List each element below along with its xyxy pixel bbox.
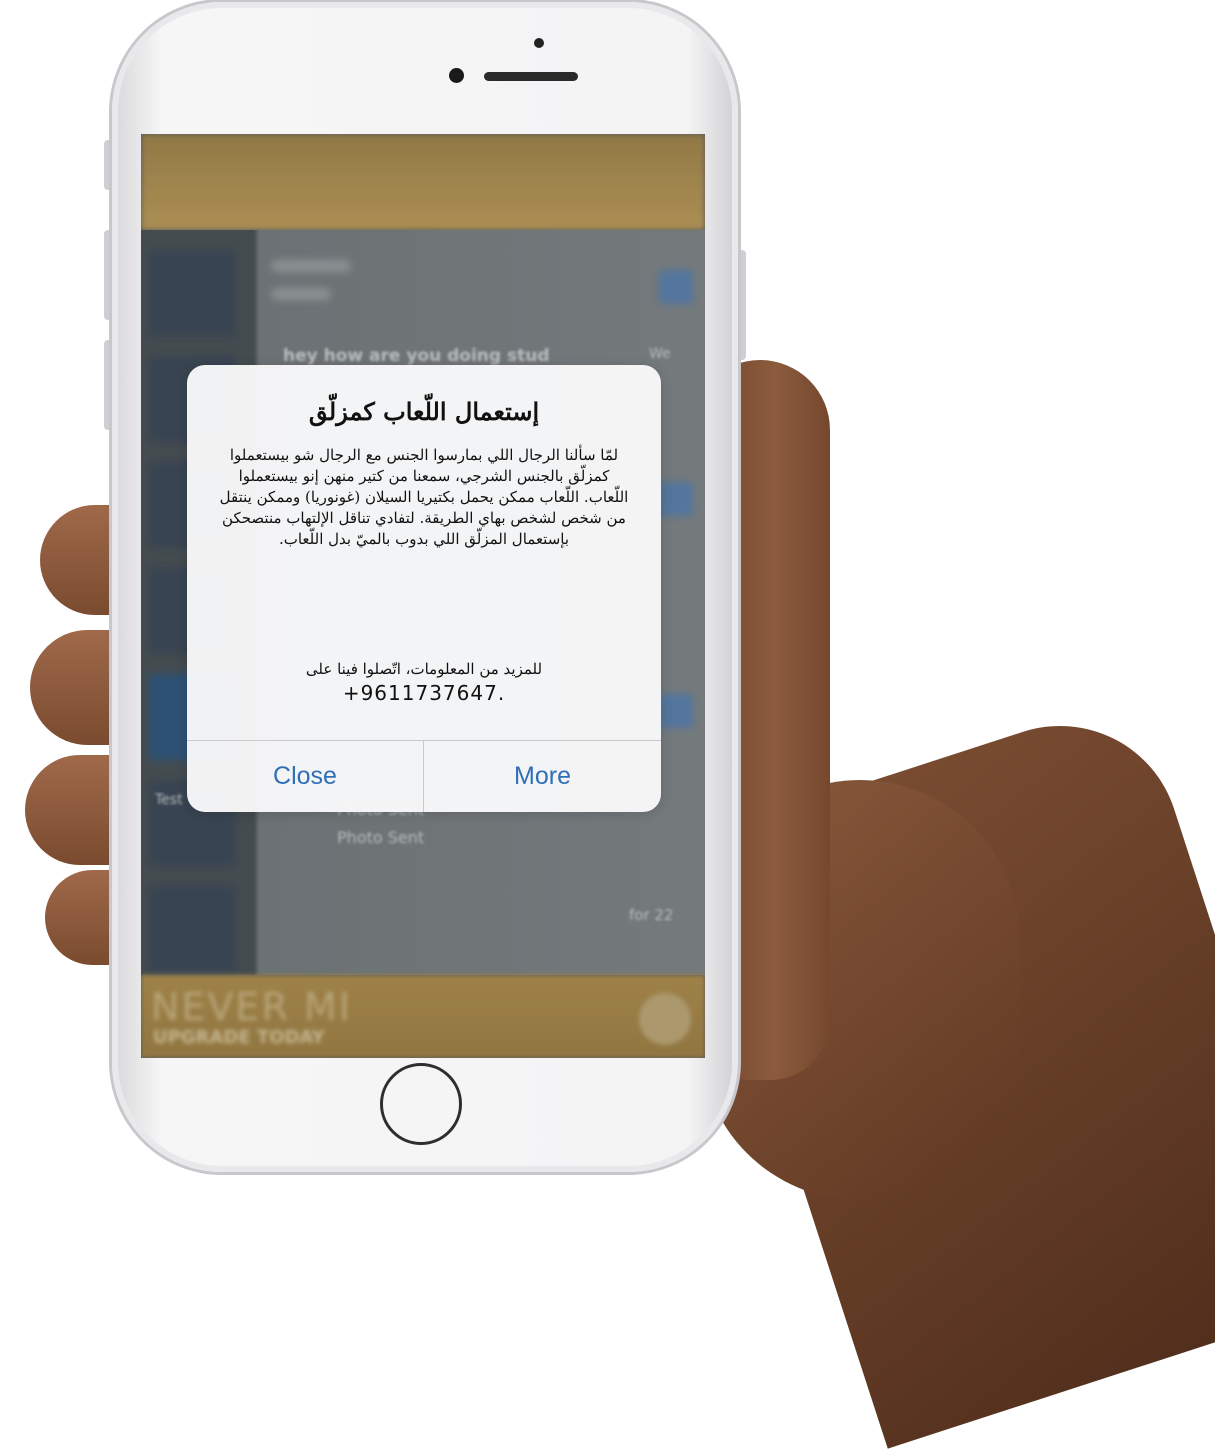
alert-phone-number: +9611737647.: [342, 681, 506, 705]
proximity-sensor-icon: [534, 38, 544, 48]
more-button[interactable]: More: [424, 741, 661, 812]
volume-up-button: [104, 230, 112, 320]
front-camera-icon: [449, 68, 464, 83]
close-button[interactable]: Close: [187, 741, 423, 812]
alert-contact-text: للمزيد من المعلومات، اتّصلوا فينا على: [305, 660, 543, 678]
volume-down-button: [104, 340, 112, 430]
mute-switch: [104, 140, 112, 190]
home-button[interactable]: [380, 1063, 462, 1145]
phone-screen: hey how are you doing stud We Test Photo…: [141, 134, 705, 1058]
alert-message: لمّا سألنا الرجال اللي بمارسوا الجنس مع …: [219, 446, 629, 548]
alert-contact: للمزيد من المعلومات، اتّصلوا فينا على +9…: [217, 657, 631, 705]
earpiece-speaker: [484, 72, 578, 81]
alert-dialog: إستعمال اللّعاب كمزلّق لمّا سألنا الرجال…: [187, 365, 661, 812]
alert-title: إستعمال اللّعاب كمزلّق: [308, 397, 540, 426]
power-button: [738, 250, 746, 360]
